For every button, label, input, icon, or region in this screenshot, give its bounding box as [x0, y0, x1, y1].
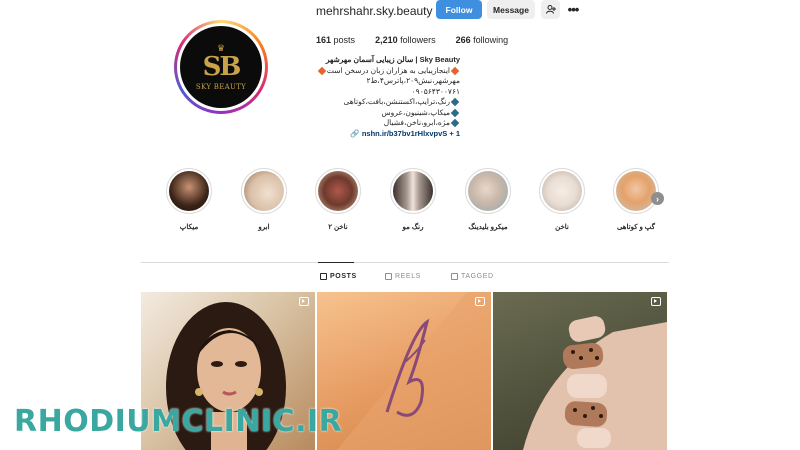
bio-line: اینجازیبایی به هزاران زبان درسخن است — [300, 66, 460, 77]
tagged-icon — [451, 273, 458, 280]
username: mehrshahr.sky.beauty — [316, 4, 433, 18]
highlight-label: میکاپ — [179, 224, 199, 231]
bio-line: رنگ،ترایپ،اکستنشن،بافت،کوتاهی — [300, 97, 460, 108]
reels-icon — [385, 273, 392, 280]
following-count[interactable]: 266 following — [456, 35, 509, 45]
bio-line: Sky Beauty | سالن زیبایی آسمان مهرشهر — [325, 55, 460, 64]
highlight-thumbnail — [616, 171, 656, 211]
highlight-label: گپ و کوتاهی — [616, 224, 656, 231]
chevron-right-icon[interactable]: › — [651, 192, 664, 205]
highlight-label: ابرو — [258, 224, 270, 231]
bio-link[interactable]: 🔗 nshn.ir/b37bv1rHlxvpvS + 1 — [300, 129, 460, 140]
highlight-thumbnail — [318, 171, 358, 211]
tab-tagged[interactable]: TAGGED — [451, 273, 494, 280]
add-user-icon[interactable] — [541, 0, 560, 19]
highlight-item[interactable]: ابرو — [234, 168, 294, 231]
highlight-thumbnail — [244, 171, 284, 211]
follow-button[interactable]: Follow — [436, 0, 482, 19]
highlight-label: ناخن ۲ — [328, 224, 348, 231]
highlight-label: رنگ مو — [402, 224, 424, 231]
bio-line: مهرشهر،نبش۲۰۹،پاترس۴،ط۲ — [366, 76, 460, 85]
bio-line: مژه،ابرو،ناخن،فشیال — [300, 118, 460, 129]
posts-count[interactable]: 161 posts — [316, 35, 355, 45]
highlight-thumbnail — [393, 171, 433, 211]
tab-posts[interactable]: POSTS — [320, 273, 357, 280]
more-options-icon[interactable]: ••• — [564, 0, 582, 19]
diamond-icon — [450, 97, 460, 107]
avatar-brand: SKY BEAUTY — [195, 82, 247, 91]
reels-icon — [475, 297, 485, 306]
diamond-icon — [450, 66, 460, 75]
link-icon: 🔗 — [350, 128, 360, 138]
avatar-monogram: SB — [202, 51, 242, 82]
profile-bio: Sky Beauty | سالن زیبایی آسمان مهرشهر ای… — [300, 55, 460, 139]
reels-icon — [651, 297, 661, 306]
avatar-logo: ♛ SB SKY BEAUTY — [180, 26, 262, 108]
highlight-label: میکرو بلیدینگ — [468, 224, 508, 231]
tab-reels[interactable]: REELS — [385, 273, 421, 280]
active-tab-indicator — [318, 262, 354, 263]
highlight-label: ناخن — [555, 224, 569, 231]
post-thumbnail[interactable] — [317, 292, 491, 450]
followers-count[interactable]: 2,210 followers — [375, 35, 436, 45]
highlight-item[interactable]: میکرو بلیدینگ — [458, 168, 518, 231]
story-highlights: میکاپ ابرو ناخن ۲ رنگ مو میکرو بلیدینگ ن… — [0, 168, 800, 238]
highlight-item[interactable]: ناخن ۲ — [308, 168, 368, 231]
leopard-nails-image — [523, 316, 667, 450]
highlight-thumbnail — [468, 171, 508, 211]
highlight-item[interactable]: میکاپ — [159, 168, 219, 231]
profile-avatar[interactable]: ♛ SB SKY BEAUTY — [174, 20, 268, 114]
watermark: RHODIUMCLINIC.IR — [14, 404, 343, 439]
henna-tattoo-image — [337, 292, 491, 450]
highlight-item[interactable]: رنگ مو — [383, 168, 443, 231]
diamond-icon — [450, 118, 460, 128]
bio-line: ۰۹۰۵۶۴۳۰۰۷۶۱ — [411, 86, 460, 96]
post-thumbnail[interactable] — [493, 292, 667, 450]
diamond-icon — [450, 108, 460, 117]
tabs-divider — [141, 262, 669, 263]
reels-icon — [299, 297, 309, 306]
bio-line: میکاپ،شینیون،عروس — [300, 108, 460, 119]
highlight-item[interactable]: ناخن — [532, 168, 592, 231]
highlight-thumbnail — [169, 171, 209, 211]
message-button[interactable]: Message — [487, 0, 535, 19]
highlight-thumbnail — [542, 171, 582, 211]
diamond-icon — [317, 66, 327, 75]
grid-icon — [320, 273, 327, 280]
profile-stats: 161 posts 2,210 followers 266 following — [316, 35, 528, 45]
